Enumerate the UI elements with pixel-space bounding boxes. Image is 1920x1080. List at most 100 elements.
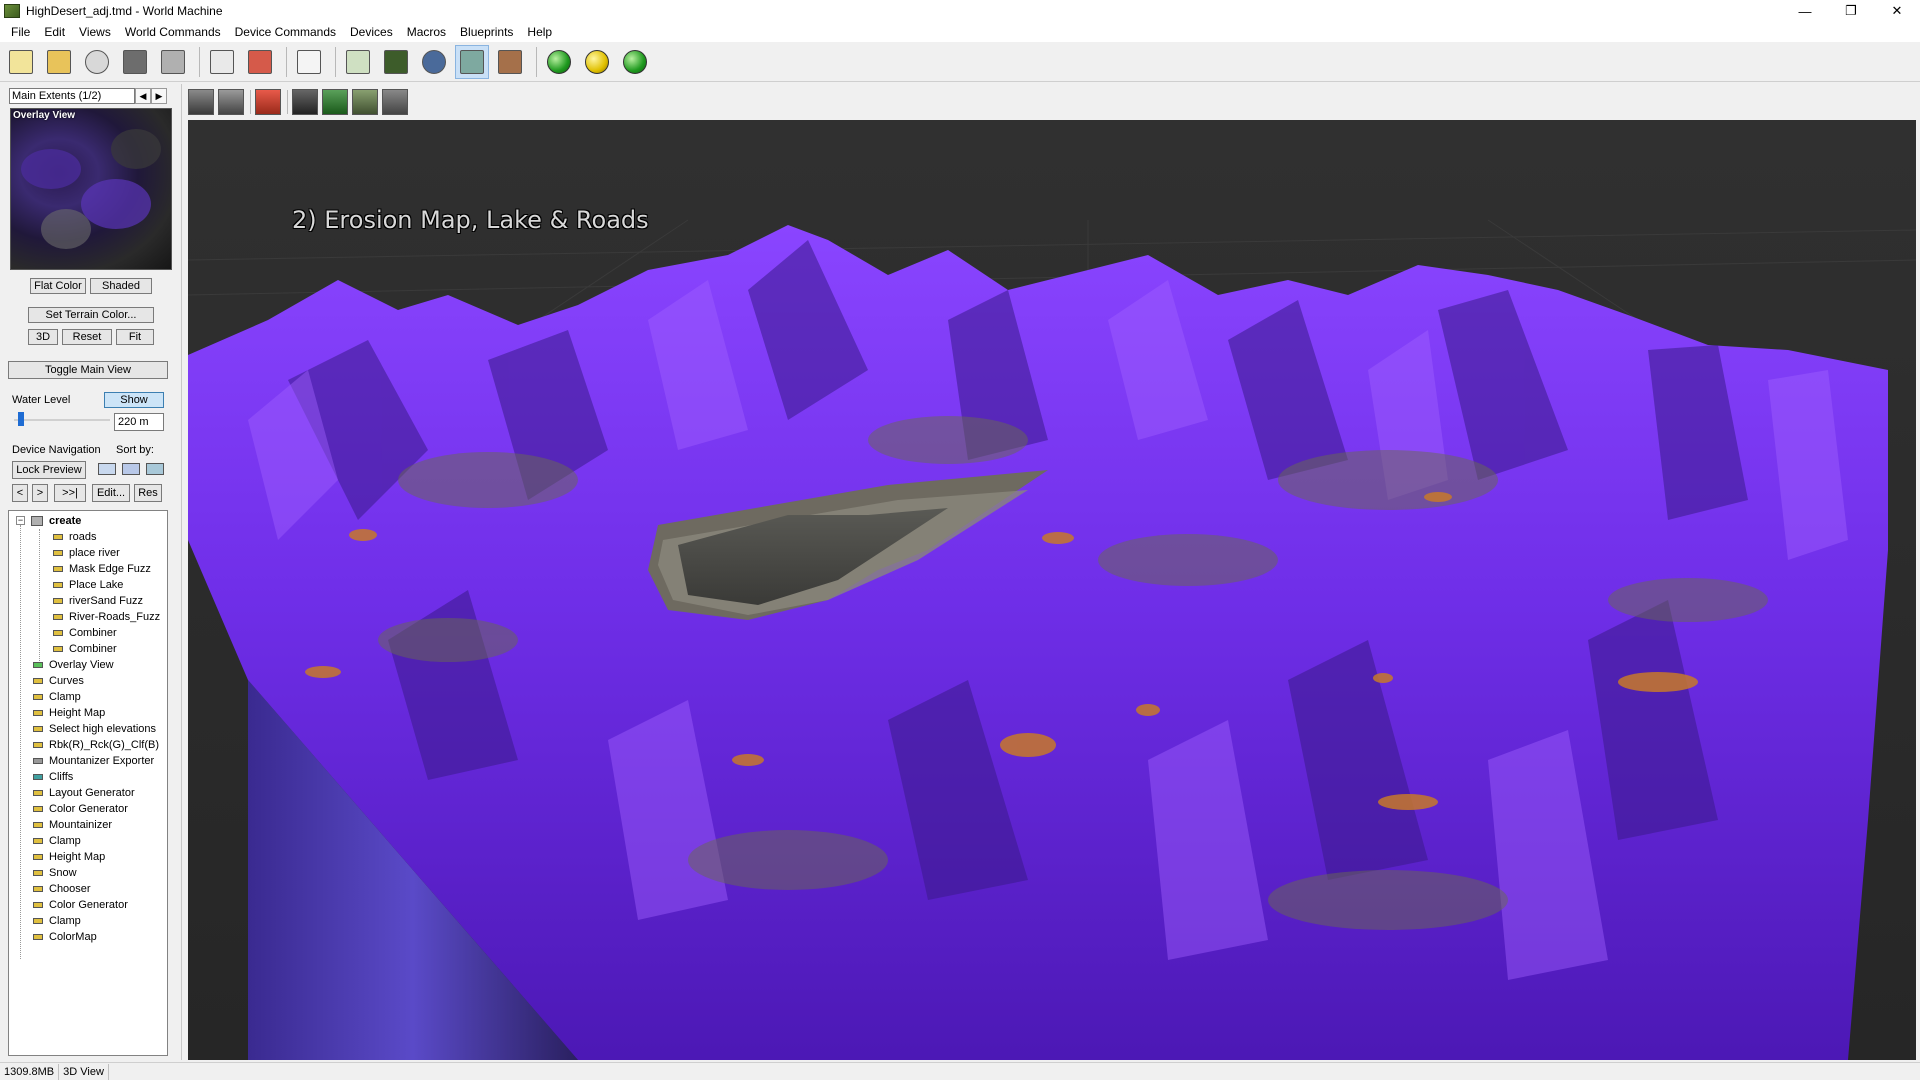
tree-item[interactable]: Color Generator bbox=[33, 897, 128, 913]
orbit-button[interactable] bbox=[188, 89, 214, 115]
texture-view-button[interactable] bbox=[493, 45, 527, 79]
menu-help[interactable]: Help bbox=[520, 25, 559, 39]
tree-item[interactable]: Clamp bbox=[33, 689, 81, 705]
show-water-button[interactable]: Show bbox=[104, 392, 164, 408]
tree-item[interactable]: River-Roads_Fuzz bbox=[53, 609, 160, 625]
tree-item[interactable]: Rbk(R)_Rck(G)_Clf(B) bbox=[33, 737, 159, 753]
slope-button[interactable] bbox=[322, 89, 348, 115]
help-button[interactable] bbox=[80, 45, 114, 79]
lock-preview-button[interactable]: Lock Preview bbox=[12, 461, 86, 479]
tree-item-label: Height Map bbox=[49, 707, 106, 719]
tree-item[interactable]: Cliffs bbox=[33, 769, 73, 785]
overlay-preview[interactable]: Overlay View bbox=[10, 108, 172, 270]
3d-viewport[interactable]: 2) Erosion Map, Lake & Roads bbox=[188, 120, 1916, 1060]
build-button[interactable] bbox=[243, 45, 277, 79]
device-tree[interactable]: − create roads place river Mask Edge Fuz… bbox=[8, 510, 168, 1056]
device-icon bbox=[33, 854, 43, 860]
restore-button[interactable]: ❐ bbox=[1828, 0, 1874, 22]
menu-world-commands[interactable]: World Commands bbox=[118, 25, 228, 39]
nav-end-button[interactable]: >>| bbox=[54, 484, 86, 502]
ab-compare-button[interactable] bbox=[382, 89, 408, 115]
fit-button[interactable]: Fit bbox=[116, 329, 154, 345]
reset-camera-button[interactable] bbox=[255, 89, 281, 115]
build-preview-button[interactable] bbox=[580, 45, 614, 79]
close-button[interactable]: ✕ bbox=[1874, 0, 1920, 22]
tree-item[interactable]: Clamp bbox=[33, 913, 81, 929]
tree-item[interactable]: roads bbox=[53, 529, 97, 545]
export-button[interactable] bbox=[156, 45, 190, 79]
nav-forward-button[interactable]: > bbox=[32, 484, 48, 502]
terrain-blot bbox=[21, 149, 81, 189]
save-button[interactable] bbox=[118, 45, 152, 79]
shaded-button[interactable]: Shaded bbox=[90, 278, 152, 294]
tree-item[interactable]: Place Lake bbox=[53, 577, 123, 593]
device-icon bbox=[33, 742, 43, 748]
tree-item[interactable]: Mountainizer bbox=[33, 817, 112, 833]
settings-button[interactable] bbox=[352, 89, 378, 115]
set-terrain-color-button[interactable]: Set Terrain Color... bbox=[28, 307, 154, 323]
new-world-button[interactable] bbox=[4, 45, 38, 79]
tree-item[interactable]: Mask Edge Fuzz bbox=[53, 561, 151, 577]
sort-graph-icon[interactable] bbox=[146, 463, 164, 475]
open-button[interactable] bbox=[42, 45, 76, 79]
menu-file[interactable]: File bbox=[4, 25, 37, 39]
tree-item[interactable]: Layout Generator bbox=[33, 785, 135, 801]
tree-item[interactable]: Height Map bbox=[33, 705, 105, 721]
tree-item[interactable]: Combiner bbox=[53, 641, 117, 657]
edit-button[interactable]: Edit... bbox=[92, 484, 130, 502]
menu-blueprints[interactable]: Blueprints bbox=[453, 25, 520, 39]
pred-button[interactable] bbox=[218, 89, 244, 115]
tree-group-create[interactable]: create bbox=[31, 513, 81, 529]
tree-item[interactable]: Clamp bbox=[33, 833, 81, 849]
tree-item[interactable]: Combiner bbox=[53, 625, 117, 641]
folder-open-icon bbox=[47, 49, 71, 74]
nav-back-button[interactable]: < bbox=[12, 484, 28, 502]
tree-item[interactable]: Overlay View bbox=[33, 657, 114, 673]
3d-button[interactable]: 3D bbox=[28, 329, 58, 345]
camera-button[interactable] bbox=[292, 89, 318, 115]
tree-item[interactable]: Color Generator bbox=[33, 801, 128, 817]
tree-item[interactable]: place river bbox=[53, 545, 120, 561]
tree-item-label: place river bbox=[69, 547, 120, 559]
menu-macros[interactable]: Macros bbox=[400, 25, 453, 39]
build-tiles-button[interactable] bbox=[618, 45, 652, 79]
sort-type-icon[interactable] bbox=[122, 463, 140, 475]
3d-view-button[interactable] bbox=[455, 44, 489, 79]
build-world-button[interactable] bbox=[542, 45, 576, 79]
flat-color-button[interactable]: Flat Color bbox=[30, 278, 86, 294]
water-level-input[interactable]: 220 m bbox=[114, 413, 164, 431]
minimize-button[interactable]: — bbox=[1782, 0, 1828, 22]
water-level-slider[interactable] bbox=[14, 412, 110, 426]
collapse-icon[interactable]: − bbox=[16, 516, 25, 525]
tree-item[interactable]: Curves bbox=[33, 673, 84, 689]
sort-list-icon[interactable] bbox=[98, 463, 116, 475]
device-view-button[interactable] bbox=[205, 45, 239, 79]
tree-item[interactable]: Select high elevations bbox=[33, 721, 156, 737]
res-button[interactable]: Res bbox=[134, 484, 162, 502]
tree-item[interactable]: ColorMap bbox=[33, 929, 97, 945]
extent-prev-button[interactable]: ◀ bbox=[135, 88, 151, 104]
tree-item-label: Mountainizer bbox=[49, 819, 112, 831]
menu-devices[interactable]: Devices bbox=[343, 25, 400, 39]
world-view-button[interactable] bbox=[417, 45, 451, 79]
tree-item[interactable]: Mountanizer Exporter bbox=[33, 753, 154, 769]
tree-item[interactable]: Snow bbox=[33, 865, 77, 881]
extent-next-button[interactable]: ▶ bbox=[151, 88, 167, 104]
device-icon bbox=[33, 806, 43, 812]
globe-icon bbox=[422, 49, 446, 74]
tree-item[interactable]: Height Map bbox=[33, 849, 105, 865]
tree-item-label: Curves bbox=[49, 675, 84, 687]
reset-button[interactable]: Reset bbox=[62, 329, 112, 345]
tree-item[interactable]: riverSand Fuzz bbox=[53, 593, 143, 609]
device-workview-button[interactable] bbox=[341, 45, 375, 79]
layout-view-button[interactable] bbox=[379, 45, 413, 79]
tree-item[interactable]: Chooser bbox=[33, 881, 91, 897]
menu-edit[interactable]: Edit bbox=[37, 25, 72, 39]
random-seed-button[interactable] bbox=[292, 45, 326, 79]
menu-views[interactable]: Views bbox=[72, 25, 118, 39]
menu-device-commands[interactable]: Device Commands bbox=[228, 25, 343, 39]
extents-select[interactable]: Main Extents (1/2) bbox=[9, 88, 135, 104]
slider-thumb[interactable] bbox=[18, 412, 24, 426]
tree-item-label: Color Generator bbox=[49, 899, 128, 911]
toggle-main-view-button[interactable]: Toggle Main View bbox=[8, 361, 168, 379]
